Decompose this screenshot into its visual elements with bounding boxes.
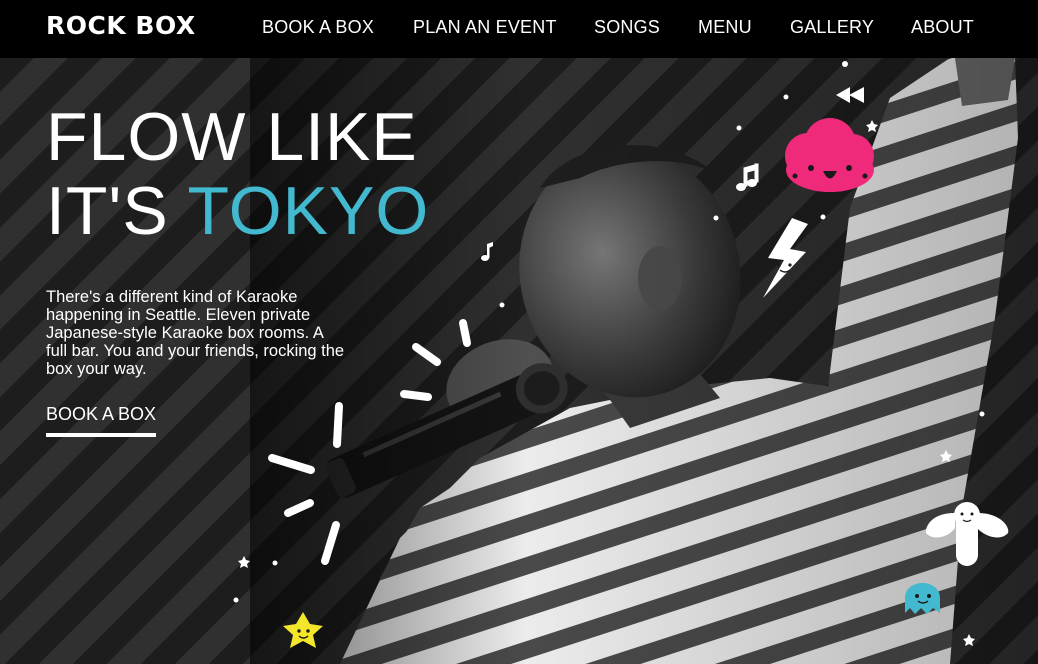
headline-line-1: FLOW LIKE bbox=[46, 99, 418, 175]
nav-menu[interactable]: MENU bbox=[698, 17, 752, 38]
hero-section: FLOW LIKE IT'S TOKYO There's a different… bbox=[0, 58, 1038, 664]
headline-accent-word: TOKYO bbox=[187, 173, 430, 249]
nav-plan-an-event[interactable]: PLAN AN EVENT bbox=[413, 17, 557, 38]
hero-intro-text: There's a different kind of Karaoke happ… bbox=[46, 288, 345, 378]
nav-about[interactable]: ABOUT bbox=[911, 17, 974, 38]
headline-line-2-prefix: IT'S bbox=[46, 173, 188, 249]
main-menu: BOOK A BOX PLAN AN EVENT SONGS MENU GALL… bbox=[0, 17, 1038, 41]
top-navigation: ROCK BOX BOOK A BOX PLAN AN EVENT SONGS … bbox=[0, 0, 1038, 58]
nav-book-a-box[interactable]: BOOK A BOX bbox=[262, 17, 374, 38]
nav-gallery[interactable]: GALLERY bbox=[790, 17, 874, 38]
hero-headline: FLOW LIKE IT'S TOKYO bbox=[46, 100, 429, 248]
nav-songs[interactable]: SONGS bbox=[594, 17, 660, 38]
book-a-box-button[interactable]: BOOK A BOX bbox=[46, 404, 157, 437]
